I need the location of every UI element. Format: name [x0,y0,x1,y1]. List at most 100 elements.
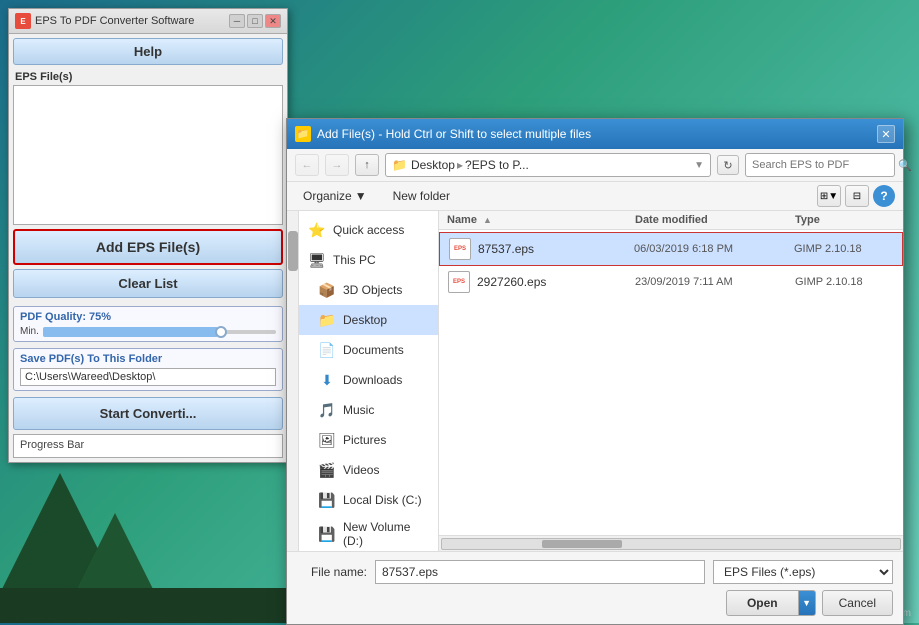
file-item-87537[interactable]: EPS 87537.eps 06/03/2019 6:18 PM GIMP 2.… [439,232,903,266]
dialog-title-icon: 📁 [295,126,311,142]
documents-icon: 📄 [317,340,337,360]
file-item-2927260[interactable]: EPS 2927260.eps 23/09/2019 7:11 AM GIMP … [439,266,903,298]
maximize-button[interactable]: □ [247,14,263,28]
nav-item-this-pc[interactable]: 🖥 This PC [299,245,438,275]
address-sep: ▸ [457,158,463,172]
titlebar-left: E EPS To PDF Converter Software [15,13,194,29]
col-header-name[interactable]: Name ▲ [447,214,635,226]
main-content: Help EPS File(s) Add EPS File(s) Clear L… [9,34,287,462]
help-icon-button[interactable]: ? [873,185,895,207]
address-folder-icon: 📁 [392,158,407,172]
desktop-label: Desktop [343,313,387,327]
address-desktop: Desktop [411,158,455,172]
progress-bar-label: Progress Bar [20,439,84,451]
local-disk-c-label: Local Disk (C:) [343,493,422,507]
dialog-actions: Open ▼ Cancel [297,590,893,616]
search-input[interactable] [752,159,894,171]
filetype-select[interactable]: EPS Files (*.eps) [713,560,893,584]
close-button[interactable]: ✕ [265,14,281,28]
file-type-87537: GIMP 2.10.18 [794,243,894,255]
nav-item-local-disk-c[interactable]: 💾 Local Disk (C:) [299,485,438,515]
main-titlebar: E EPS To PDF Converter Software ─ □ ✕ [9,9,287,34]
dialog-nav-bar: ← → ↑ 📁 Desktop ▸ ?EPS to P... ▼ ↻ 🔍 [287,149,903,182]
file-date-2927260: 23/09/2019 7:11 AM [635,276,795,288]
music-label: Music [343,403,374,417]
slider-min-label: Min. [20,326,39,337]
filename-row: File name: EPS Files (*.eps) [297,560,893,584]
nav-item-music[interactable]: 🎵 Music [299,395,438,425]
minimize-button[interactable]: ─ [229,14,245,28]
desktop-folder-icon: 📁 [317,310,337,330]
help-button[interactable]: Help [13,38,283,65]
nav-item-pictures[interactable]: 🖼 Pictures [299,425,438,455]
open-dropdown-button[interactable]: ▼ [798,590,816,616]
documents-label: Documents [343,343,404,357]
filename-input[interactable] [375,560,705,584]
dialog-close-button[interactable]: ✕ [877,125,895,143]
downloads-icon: ⬇ [317,370,337,390]
nav-item-new-volume-d[interactable]: 💾 New Volume (D:) [299,515,438,551]
add-eps-button[interactable]: Add EPS File(s) [13,229,283,265]
address-bar: 📁 Desktop ▸ ?EPS to P... ▼ [385,153,711,177]
view-toggle-button[interactable]: ⊞▼ [817,185,841,207]
local-disk-c-icon: 💾 [317,490,337,510]
quick-access-icon: ⭐ [307,220,327,240]
cancel-button[interactable]: Cancel [822,590,893,616]
eps-file-list [13,85,283,225]
pictures-icon: 🖼 [317,430,337,450]
this-pc-label: This PC [333,253,376,267]
progress-bar: Progress Bar [13,434,283,458]
main-window-title: EPS To PDF Converter Software [35,15,194,27]
col-header-type[interactable]: Type [795,214,895,226]
new-folder-button[interactable]: New folder [383,186,460,206]
view-controls: ⊞▼ ⊟ ? [817,185,895,207]
forward-button[interactable]: → [325,154,349,176]
nav-item-documents[interactable]: 📄 Documents [299,335,438,365]
background-landscape [0,443,300,623]
videos-icon: 🎬 [317,460,337,480]
3d-objects-icon: 📦 [317,280,337,300]
titlebar-controls: ─ □ ✕ [229,14,281,28]
sort-arrow-icon: ▲ [483,215,492,225]
refresh-button[interactable]: ↻ [717,155,739,175]
organize-button[interactable]: Organize ▼ [295,186,375,206]
save-label: Save PDF(s) To This Folder [20,353,276,365]
open-button[interactable]: Open [726,590,798,616]
nav-item-videos[interactable]: 🎬 Videos [299,455,438,485]
nav-item-desktop[interactable]: 📁 Desktop [299,305,438,335]
nav-scrollbar[interactable] [287,211,299,551]
filename-label: File name: [297,565,367,579]
organize-dropdown-icon: ▼ [355,189,367,203]
dialog-titlebar: 📁 Add File(s) - Hold Ctrl or Shift to se… [287,119,903,149]
new-volume-d-icon: 💾 [317,524,337,544]
app-icon: E [15,13,31,29]
eps-file-icon-2: EPS [447,270,471,294]
address-path: Desktop ▸ ?EPS to P... [411,158,529,172]
3d-objects-label: 3D Objects [343,283,402,297]
save-section: Save PDF(s) To This Folder [13,348,283,391]
save-path-input[interactable] [20,368,276,386]
horizontal-scrollbar[interactable] [439,535,903,551]
dialog-titlebar-left: 📁 Add File(s) - Hold Ctrl or Shift to se… [295,126,591,142]
nav-panel: ⭐ Quick access 🖥 This PC 📦 3D Objects 📁 … [299,211,439,551]
nav-item-quick-access[interactable]: ⭐ Quick access [299,215,438,245]
clear-list-button[interactable]: Clear List [13,269,283,298]
dialog-toolbar: Organize ▼ New folder ⊞▼ ⊟ ? [287,182,903,211]
nav-item-3d-objects[interactable]: 📦 3D Objects [299,275,438,305]
preview-button[interactable]: ⊟ [845,185,869,207]
start-convert-button[interactable]: Start Converti... [13,397,283,430]
nav-item-downloads[interactable]: ⬇ Downloads [299,365,438,395]
back-button[interactable]: ← [295,154,319,176]
h-scrollbar-thumb [542,540,622,548]
nav-scrollbar-thumb [288,231,298,271]
dialog-title: Add File(s) - Hold Ctrl or Shift to sele… [317,127,591,141]
file-type-2927260: GIMP 2.10.18 [795,276,895,288]
address-dropdown-icon[interactable]: ▼ [694,160,704,171]
search-icon: 🔍 [898,159,912,172]
eps-files-label: EPS File(s) [13,69,283,85]
quality-slider[interactable] [43,330,276,334]
this-pc-icon: 🖥 [307,250,327,270]
col-header-date[interactable]: Date modified [635,214,795,226]
music-icon: 🎵 [317,400,337,420]
up-button[interactable]: ↑ [355,154,379,176]
